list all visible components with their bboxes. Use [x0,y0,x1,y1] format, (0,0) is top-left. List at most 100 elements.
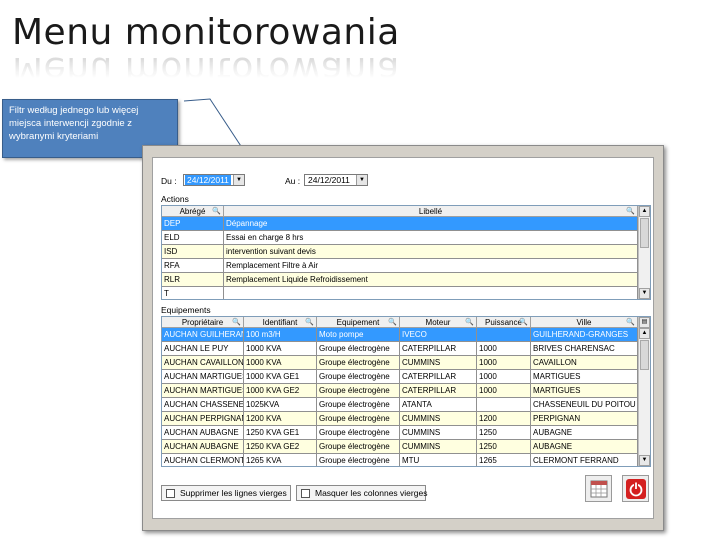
action-code-cell[interactable]: ELD [162,231,224,245]
identifier-cell[interactable]: 1000 KVA GE2 [244,384,317,398]
city-cell[interactable]: GUILHERAND-GRANGES [531,328,638,342]
equipment-cell[interactable]: Groupe électrogène [317,356,400,370]
checkbox-box[interactable] [166,489,175,498]
hide-empty-columns-checkbox[interactable]: Masquer les colonnes vierges [296,485,427,501]
identifier-cell[interactable]: 1250 KVA GE2 [244,440,317,454]
equipment-row[interactable]: AUCHAN CAVAILLON 1000 KVA Groupe électrogè… [162,356,638,370]
col-header-equipement[interactable]: Equipement 🔍 [317,317,400,328]
city-cell[interactable]: PERPIGNAN [531,412,638,426]
scroll-thumb[interactable] [640,218,649,248]
power-cell[interactable]: 1000 [477,342,531,356]
col-header-libelle[interactable]: Libellé 🔍 [224,206,638,217]
chevron-down-icon[interactable]: ▼ [356,175,367,185]
action-code-cell[interactable]: RFA [162,259,224,273]
city-cell[interactable]: AUBAGNE [531,440,638,454]
power-cell[interactable]: 1000 [477,384,531,398]
action-row[interactable]: T [162,287,638,299]
search-icon[interactable]: 🔍 [465,317,474,328]
action-label-cell[interactable] [224,287,638,299]
search-icon[interactable]: 🔍 [626,317,635,328]
identifier-cell[interactable]: 1250 KVA GE1 [244,426,317,440]
equipements-grid[interactable]: Propriétaire 🔍 Identifiant 🔍 Equipement … [161,316,651,467]
equipment-row[interactable]: AUCHAN CLERMONT 1265 KVA Groupe électrogèn… [162,454,638,466]
column-chooser-icon[interactable]: ▤ [639,317,650,328]
search-icon[interactable]: 🔍 [232,317,241,328]
city-cell[interactable]: MARTIGUES [531,384,638,398]
date-from-picker[interactable]: 24/12/2011 ▼ [183,174,245,186]
equipment-row[interactable]: AUCHAN AUBAGNE 1250 KVA GE2 Groupe électro… [162,440,638,454]
city-cell[interactable]: AUBAGNE [531,426,638,440]
export-button[interactable] [585,475,612,502]
power-cell[interactable]: 1000 [477,356,531,370]
city-cell[interactable]: MARTIGUES [531,370,638,384]
search-icon[interactable]: 🔍 [388,317,397,328]
equipment-row[interactable]: AUCHAN AUBAGNE 1250 KVA GE1 Groupe électro… [162,426,638,440]
owner-cell[interactable]: AUCHAN GUILHERAND [162,328,244,342]
equipment-row[interactable]: AUCHAN GUILHERAND 100 m3/H Moto pompe IVECO… [162,328,638,342]
city-cell[interactable]: CLERMONT FERRAND [531,454,638,466]
scroll-thumb[interactable] [640,340,649,370]
action-row[interactable]: RLR Remplacement Liquide Refroidissement [162,273,638,287]
col-header-identifiant[interactable]: Identifiant 🔍 [244,317,317,328]
col-header-ville[interactable]: Ville 🔍 [531,317,638,328]
action-code-cell[interactable]: ISD [162,245,224,259]
action-label-cell[interactable]: intervention suivant devis [224,245,638,259]
col-header-puissance[interactable]: Puissance 🔍 [477,317,531,328]
equipment-cell[interactable]: Groupe électrogène [317,398,400,412]
owner-cell[interactable]: AUCHAN AUBAGNE [162,426,244,440]
owner-cell[interactable]: AUCHAN PERPIGNAN [162,412,244,426]
equipment-cell[interactable]: Groupe électrogène [317,440,400,454]
engine-cell[interactable]: CUMMINS [400,440,477,454]
equipment-cell[interactable]: Groupe électrogène [317,454,400,466]
equipment-row[interactable]: AUCHAN LE PUY 1000 KVA Groupe électrogène C… [162,342,638,356]
scroll-up-icon[interactable]: ▲ [639,328,650,339]
identifier-cell[interactable]: 1000 KVA [244,356,317,370]
engine-cell[interactable]: ATANTA [400,398,477,412]
city-cell[interactable]: CAVAILLON [531,356,638,370]
action-label-cell[interactable]: Remplacement Filtre à Air [224,259,638,273]
owner-cell[interactable]: AUCHAN AUBAGNE [162,440,244,454]
engine-cell[interactable]: CUMMINS [400,426,477,440]
scroll-down-icon[interactable]: ▼ [639,455,650,466]
owner-cell[interactable]: AUCHAN MARTIGUES [162,384,244,398]
equipment-cell[interactable]: Groupe électrogène [317,342,400,356]
engine-cell[interactable]: IVECO [400,328,477,342]
action-row[interactable]: ELD Essai en charge 8 hrs [162,231,638,245]
equipment-row[interactable]: AUCHAN PERPIGNAN 1200 KVA Groupe électrogè… [162,412,638,426]
search-icon[interactable]: 🔍 [305,317,314,328]
checkbox-box[interactable] [301,489,310,498]
search-icon[interactable]: 🔍 [626,206,635,217]
identifier-cell[interactable]: 1200 KVA [244,412,317,426]
action-code-cell[interactable]: T [162,287,224,299]
chevron-down-icon[interactable]: ▼ [233,175,244,185]
search-icon[interactable]: 🔍 [212,206,221,217]
identifier-cell[interactable]: 1000 KVA [244,342,317,356]
equipment-row[interactable]: AUCHAN CHASSENEUIL1025KVAGroupe électrog… [162,398,638,412]
city-cell[interactable]: CHASSENEUIL DU POITOU [531,398,638,412]
col-header-proprietaire[interactable]: Propriétaire 🔍 [162,317,244,328]
power-cell[interactable] [477,328,531,342]
action-label-cell[interactable]: Essai en charge 8 hrs [224,231,638,245]
suppress-empty-rows-checkbox[interactable]: Supprimer les lignes vierges [161,485,291,501]
action-row[interactable]: RFA Remplacement Filtre à Air [162,259,638,273]
action-row[interactable]: ISD intervention suivant devis [162,245,638,259]
equipment-cell[interactable]: Groupe électrogène [317,370,400,384]
power-cell[interactable]: 1200 [477,412,531,426]
equipements-scrollbar[interactable]: ▤ ▲ ▼ [638,317,650,466]
city-cell[interactable]: BRIVES CHARENSAC [531,342,638,356]
equipment-cell[interactable]: Groupe électrogène [317,426,400,440]
engine-cell[interactable]: CUMMINS [400,412,477,426]
actions-grid[interactable]: Abrégé 🔍 Libellé 🔍 DEP Dépannage ELD Essai … [161,205,651,300]
equipment-cell[interactable]: Groupe électrogène [317,384,400,398]
date-to-picker[interactable]: 24/12/2011 ▼ [304,174,368,186]
owner-cell[interactable]: AUCHAN CLERMONT [162,454,244,466]
power-cell[interactable]: 1250 [477,440,531,454]
action-row[interactable]: DEP Dépannage [162,217,638,231]
owner-cell[interactable]: AUCHAN MARTIGUES [162,370,244,384]
owner-cell[interactable]: AUCHAN LE PUY [162,342,244,356]
scroll-down-icon[interactable]: ▼ [639,288,650,299]
identifier-cell[interactable]: 1265 KVA [244,454,317,466]
scroll-up-icon[interactable]: ▲ [639,206,650,217]
engine-cell[interactable]: MTU [400,454,477,466]
engine-cell[interactable]: CATERPILLAR [400,370,477,384]
